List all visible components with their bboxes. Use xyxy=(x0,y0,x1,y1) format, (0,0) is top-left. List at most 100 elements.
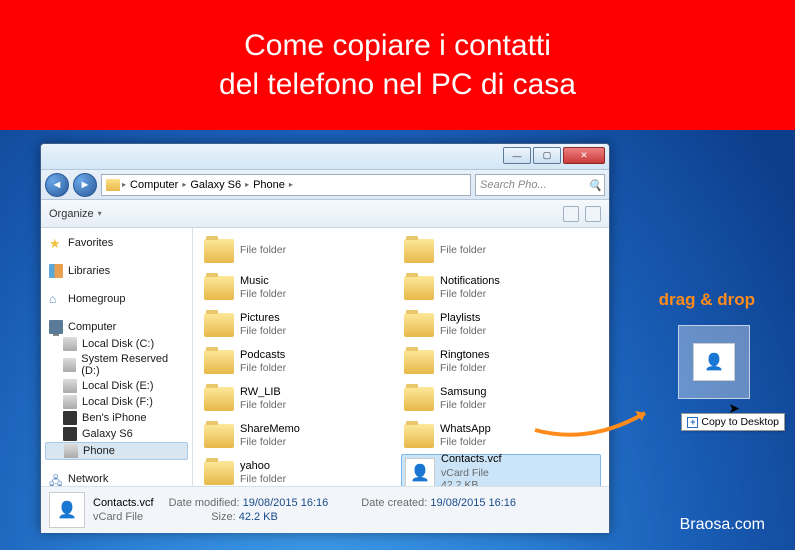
file-name: Samsung xyxy=(440,386,486,399)
file-item-folder[interactable]: MusicFile folder xyxy=(201,269,401,306)
folder-icon xyxy=(106,179,120,191)
chevron-right-icon: ▸ xyxy=(122,180,126,189)
breadcrumb-part[interactable]: Computer xyxy=(128,179,180,191)
file-name: ShareMemo xyxy=(240,423,300,436)
desktop-background: Come copiare i contatti del telefono nel… xyxy=(0,0,795,550)
copy-tooltip: + Copy to Desktop xyxy=(681,413,785,431)
file-name: RW_LIB xyxy=(240,386,286,399)
organize-button[interactable]: Organize ▾ xyxy=(49,208,102,220)
details-modified: 19/08/2015 16:16 xyxy=(243,497,329,509)
banner-line-2: del telefono nel PC di casa xyxy=(219,65,576,104)
back-button[interactable]: ◄ xyxy=(45,173,69,197)
details-size-label: Size: xyxy=(211,511,235,523)
folder-icon xyxy=(204,424,234,448)
window-body: ★Favorites Libraries ⌂Homegroup Computer… xyxy=(41,228,609,486)
desktop-drop-target[interactable] xyxy=(678,325,750,399)
details-created: 19/08/2015 16:16 xyxy=(430,497,516,509)
chevron-right-icon: ▸ xyxy=(245,180,249,189)
folder-icon xyxy=(404,424,434,448)
sidebar-drive[interactable]: Local Disk (F:) xyxy=(41,394,192,410)
sidebar-drive[interactable]: Galaxy S6 xyxy=(41,426,192,442)
storage-icon xyxy=(64,444,78,458)
folder-icon xyxy=(204,350,234,374)
breadcrumb-part[interactable]: Phone xyxy=(251,179,287,191)
details-pane: Contacts.vcf Date modified: 19/08/2015 1… xyxy=(41,486,609,533)
maximize-button[interactable]: ▢ xyxy=(533,147,561,164)
file-type: File folder xyxy=(240,288,286,301)
phone-icon xyxy=(63,411,77,425)
sidebar-drive-selected[interactable]: Phone xyxy=(45,442,188,460)
sidebar-computer[interactable]: Computer xyxy=(41,318,192,336)
file-item-vcf[interactable]: Contacts.vcfvCard File42.2 KB xyxy=(401,454,601,486)
search-icon: 🔍 xyxy=(588,179,600,191)
drag-drop-label: drag & drop xyxy=(659,290,755,310)
vcard-icon xyxy=(49,492,85,528)
file-name: Podcasts xyxy=(240,349,286,362)
libraries-icon xyxy=(49,264,63,278)
sidebar-drive[interactable]: System Reserved (D:) xyxy=(41,352,192,378)
file-item-folder[interactable]: File folder xyxy=(401,232,601,269)
view-icon[interactable] xyxy=(563,206,579,222)
sidebar-drive[interactable]: Local Disk (C:) xyxy=(41,336,192,352)
toolbar-right xyxy=(563,206,601,222)
file-item-folder[interactable]: File folder xyxy=(201,232,401,269)
sidebar-network[interactable]: 🖧Network xyxy=(41,470,192,486)
window-titlebar[interactable]: — ▢ ✕ xyxy=(41,144,609,170)
file-item-folder[interactable]: PlaylistsFile folder xyxy=(401,306,601,343)
file-name: Notifications xyxy=(440,275,500,288)
close-button[interactable]: ✕ xyxy=(563,147,605,164)
file-name: Music xyxy=(240,275,286,288)
file-item-folder[interactable]: PodcastsFile folder xyxy=(201,343,401,380)
folder-icon xyxy=(404,276,434,300)
file-type: File folder xyxy=(440,325,486,338)
sidebar-drive[interactable]: Ben's iPhone xyxy=(41,410,192,426)
file-item-folder[interactable]: NotificationsFile folder xyxy=(401,269,601,306)
plus-icon: + xyxy=(687,417,698,428)
folder-icon xyxy=(204,313,234,337)
file-column: File folderMusicFile folderPicturesFile … xyxy=(201,232,401,486)
file-item-folder[interactable]: RingtonesFile folder xyxy=(401,343,601,380)
homegroup-icon: ⌂ xyxy=(49,292,63,306)
file-type: File folder xyxy=(240,244,286,257)
file-type: vCard File xyxy=(441,467,502,480)
sidebar-libraries[interactable]: Libraries xyxy=(41,262,192,280)
folder-icon xyxy=(404,387,434,411)
folder-icon xyxy=(404,350,434,374)
breadcrumb-part[interactable]: Galaxy S6 xyxy=(188,179,243,191)
file-item-folder[interactable]: ShareMemoFile folder xyxy=(201,417,401,454)
file-item-folder[interactable]: RW_LIBFile folder xyxy=(201,380,401,417)
forward-button[interactable]: ► xyxy=(73,173,97,197)
file-name: Playlists xyxy=(440,312,486,325)
network-icon: 🖧 xyxy=(49,472,63,486)
file-item-folder[interactable]: yahooFile folder xyxy=(201,454,401,486)
file-name: yahoo xyxy=(240,460,286,473)
tooltip-text: Copy to Desktop xyxy=(701,416,779,428)
details-type: vCard File xyxy=(93,511,143,523)
file-type: File folder xyxy=(240,473,286,486)
file-column: File folderNotificationsFile folderPlayl… xyxy=(401,232,601,486)
explorer-window: — ▢ ✕ ◄ ► ▸ Computer ▸ Galaxy S6 ▸ Phone… xyxy=(40,143,610,533)
minimize-button[interactable]: — xyxy=(503,147,531,164)
file-list: File folderMusicFile folderPicturesFile … xyxy=(193,228,609,486)
folder-icon xyxy=(204,276,234,300)
disk-icon xyxy=(63,358,76,372)
file-type: File folder xyxy=(240,436,300,449)
sidebar-drive[interactable]: Local Disk (E:) xyxy=(41,378,192,394)
help-icon[interactable] xyxy=(585,206,601,222)
chevron-down-icon: ▾ xyxy=(98,209,102,218)
folder-icon xyxy=(204,461,234,485)
search-input[interactable]: Search Pho... 🔍 xyxy=(475,174,605,196)
disk-icon xyxy=(63,395,77,409)
folder-icon xyxy=(404,313,434,337)
sidebar-favorites[interactable]: ★Favorites xyxy=(41,234,192,252)
file-name: Contacts.vcf xyxy=(441,453,502,466)
address-bar: ◄ ► ▸ Computer ▸ Galaxy S6 ▸ Phone ▸ Sea… xyxy=(41,170,609,200)
disk-icon xyxy=(63,337,77,351)
details-created-label: Date created: xyxy=(361,497,427,509)
file-item-folder[interactable]: PicturesFile folder xyxy=(201,306,401,343)
file-type: File folder xyxy=(440,399,486,412)
sidebar-homegroup[interactable]: ⌂Homegroup xyxy=(41,290,192,308)
vcard-icon xyxy=(405,458,435,487)
file-name: Pictures xyxy=(240,312,286,325)
breadcrumb[interactable]: ▸ Computer ▸ Galaxy S6 ▸ Phone ▸ xyxy=(101,174,471,196)
